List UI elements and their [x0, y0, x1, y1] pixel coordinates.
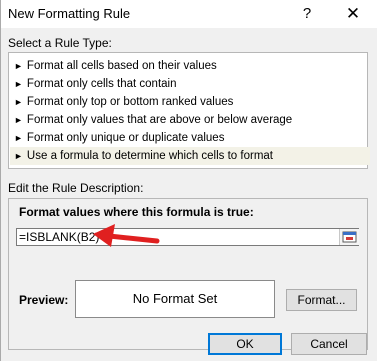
formula-input[interactable]: =ISBLANK(B2) [16, 228, 359, 246]
preview-text: No Format Set [132, 291, 218, 306]
rule-type-item[interactable]: ► Format only cells that contain [10, 75, 370, 93]
triangle-bullet-icon: ► [14, 115, 23, 125]
rule-type-item-label: Format only cells that contain [26, 78, 177, 90]
triangle-bullet-icon: ► [14, 133, 23, 143]
ok-button[interactable]: OK [208, 333, 282, 355]
close-button[interactable]: ✕ [341, 3, 365, 25]
window-title: New Formatting Rule [8, 6, 131, 21]
triangle-bullet-icon: ► [14, 79, 23, 89]
rule-type-item-label: Use a formula to determine which cells t… [26, 150, 273, 162]
collapse-dialog-button[interactable] [339, 229, 359, 245]
triangle-bullet-icon: ► [14, 151, 23, 161]
preview-label: Preview: [19, 293, 69, 307]
rule-type-list: ► Format all cells based on their values … [8, 52, 370, 169]
format-button[interactable]: Format... [286, 289, 357, 311]
rule-type-item-label: Format only top or bottom ranked values [26, 96, 234, 108]
rule-type-item[interactable]: ► Format only values that are above or be… [10, 111, 370, 129]
red-arrow-icon [93, 224, 160, 247]
collapse-dialog-icon [342, 231, 357, 243]
rule-description-label: Edit the Rule Description: [8, 181, 144, 195]
triangle-bullet-icon: ► [14, 97, 23, 107]
help-button[interactable]: ? [297, 3, 317, 25]
rule-type-item[interactable]: ► Format only top or bottom ranked values [10, 93, 370, 111]
formula-value: =ISBLANK(B2) [19, 230, 100, 244]
rule-type-item[interactable]: ► Format only unique or duplicate values [10, 129, 370, 147]
rule-type-item[interactable]: ► Format all cells based on their values [10, 57, 370, 75]
cancel-button[interactable]: Cancel [291, 333, 367, 355]
rule-type-item-label: Format only unique or duplicate values [26, 132, 225, 144]
triangle-bullet-icon: ► [14, 61, 23, 71]
new-formatting-rule-dialog: New Formatting Rule ? ✕ Select a Rule Ty… [0, 0, 377, 361]
formula-label: Format values where this formula is true… [19, 205, 254, 219]
rule-type-item-label: Format only values that are above or bel… [26, 114, 293, 126]
preview-box: No Format Set [75, 280, 275, 318]
rule-type-item-selected[interactable]: ► Use a formula to determine which cells … [10, 147, 370, 165]
rule-type-item-label: Format all cells based on their values [26, 60, 217, 72]
rule-description-panel [8, 198, 368, 350]
rule-type-label: Select a Rule Type: [8, 36, 112, 50]
title-bar: New Formatting Rule ? ✕ [1, 0, 377, 28]
